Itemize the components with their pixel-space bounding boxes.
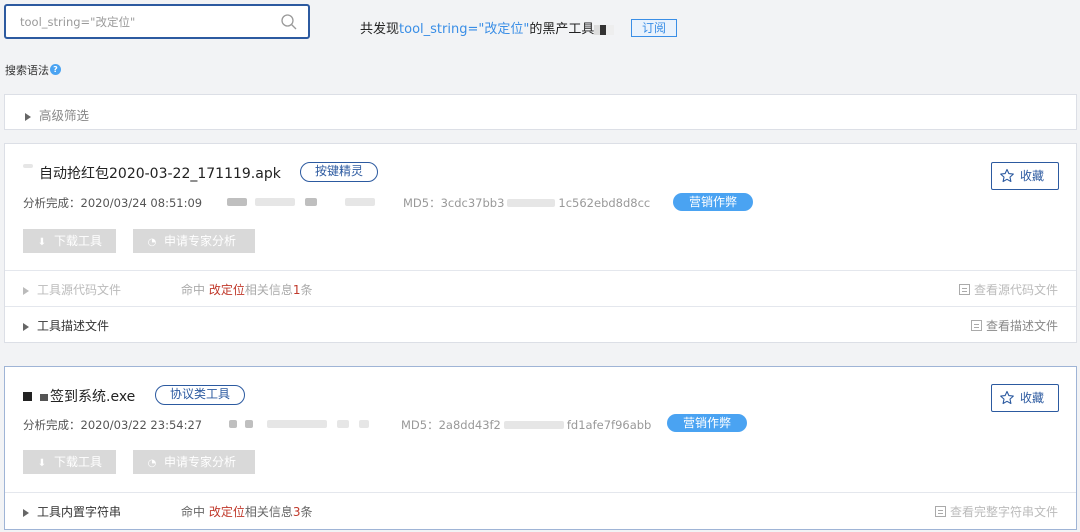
download-icon: ⬇ [37, 237, 47, 248]
strings-row-toggle[interactable]: 工具内置字符串 [23, 503, 121, 520]
analysis-time: 分析完成：2020/03/24 08:51:09 [23, 196, 203, 210]
category-tag[interactable]: 营销作弊 [673, 193, 754, 211]
result-suffix: 的黑产工具 [529, 22, 595, 37]
help-icon[interactable]: ? [50, 64, 61, 75]
file-code-icon [934, 506, 946, 517]
clock-icon: ◔ [147, 237, 157, 248]
redacted-field [227, 198, 247, 206]
expert-analysis-button[interactable]: ◔ 申请专家分析 [133, 229, 255, 253]
redacted-field [305, 198, 317, 206]
expand-arrow-icon [25, 112, 31, 121]
divider [5, 270, 1076, 271]
redacted-md5 [507, 199, 556, 207]
divider [5, 492, 1076, 493]
advanced-filter-bar[interactable]: 高级筛选 [4, 94, 1077, 130]
md5-value: MD5：2a8dd43f2 fd1afe7f96abb [401, 418, 652, 432]
redacted-name-prefix [23, 164, 33, 168]
star-icon [1000, 168, 1014, 183]
download-button[interactable]: ⬇ 下载工具 [23, 229, 116, 253]
favorite-button[interactable]: 收藏 [991, 384, 1059, 412]
expand-arrow-icon [23, 508, 29, 517]
view-strings-link[interactable]: 查看完整字符串文件 [934, 503, 1058, 520]
redacted-name-prefix [40, 394, 48, 401]
divider [5, 306, 1076, 307]
advanced-filter-toggle[interactable]: 高级筛选 [25, 105, 89, 124]
search-syntax-link[interactable]: 搜索语法 [5, 62, 49, 78]
result-keyword: tool_string="改定位" [399, 22, 530, 37]
category-tag[interactable]: 营销作弊 [667, 414, 748, 432]
expand-arrow-icon [23, 286, 29, 295]
tool-name[interactable]: 签到系统.exe [23, 386, 135, 406]
advanced-filter-label: 高级筛选 [39, 108, 90, 123]
expand-arrow-icon [23, 322, 29, 331]
analysis-time: 分析完成：2020/03/22 23:54:27 [23, 418, 203, 432]
clock-icon: ◔ [147, 458, 157, 469]
tool-type-tag[interactable]: 按键精灵 [300, 162, 379, 182]
file-code-icon [958, 284, 970, 295]
tool-card: 自动抢红包2020-03-22_171119.apk 按键精灵 分析完成：202… [4, 143, 1077, 343]
redacted-md5 [503, 421, 564, 429]
redacted-field [245, 420, 253, 428]
search-box[interactable] [4, 4, 310, 39]
favorite-button[interactable]: 收藏 [991, 162, 1059, 190]
hit-summary: 命中 改定位相关信息1条 [181, 283, 313, 297]
view-source-link[interactable]: 查看源代码文件 [958, 281, 1058, 298]
download-icon: ⬇ [37, 458, 47, 469]
redacted-count [594, 24, 615, 35]
tool-name[interactable]: 自动抢红包2020-03-22_171119.apk [23, 163, 281, 183]
result-prefix: 共发现 [360, 22, 400, 37]
hit-summary: 命中 改定位相关信息3条 [181, 505, 313, 519]
star-icon [1000, 390, 1014, 405]
view-description-link[interactable]: 查看描述文件 [970, 317, 1058, 334]
search-input[interactable] [20, 14, 270, 30]
redacted-field [255, 198, 295, 206]
result-summary: 共发现tool_string="改定位"的黑产工具 [360, 18, 615, 37]
download-button[interactable]: ⬇ 下载工具 [23, 450, 116, 474]
source-code-row-toggle[interactable]: 工具源代码文件 [23, 281, 121, 298]
subscribe-button[interactable]: 订阅 [631, 19, 677, 37]
square-icon [23, 392, 32, 401]
tool-type-tag[interactable]: 协议类工具 [155, 385, 246, 405]
redacted-field [359, 420, 369, 428]
redacted-field [229, 420, 237, 428]
redacted-field [267, 420, 327, 428]
redacted-field [345, 198, 375, 206]
document-icon [970, 320, 982, 331]
search-icon[interactable] [280, 13, 298, 31]
tool-card: 签到系统.exe 协议类工具 分析完成：2020/03/22 23:54:27 … [4, 366, 1077, 530]
expert-analysis-button[interactable]: ◔ 申请专家分析 [133, 450, 255, 474]
md5-value: MD5：3cdc37bb3 1c562ebd8d8cc [403, 196, 651, 210]
redacted-field [337, 420, 349, 428]
description-row-toggle[interactable]: 工具描述文件 [23, 317, 109, 334]
